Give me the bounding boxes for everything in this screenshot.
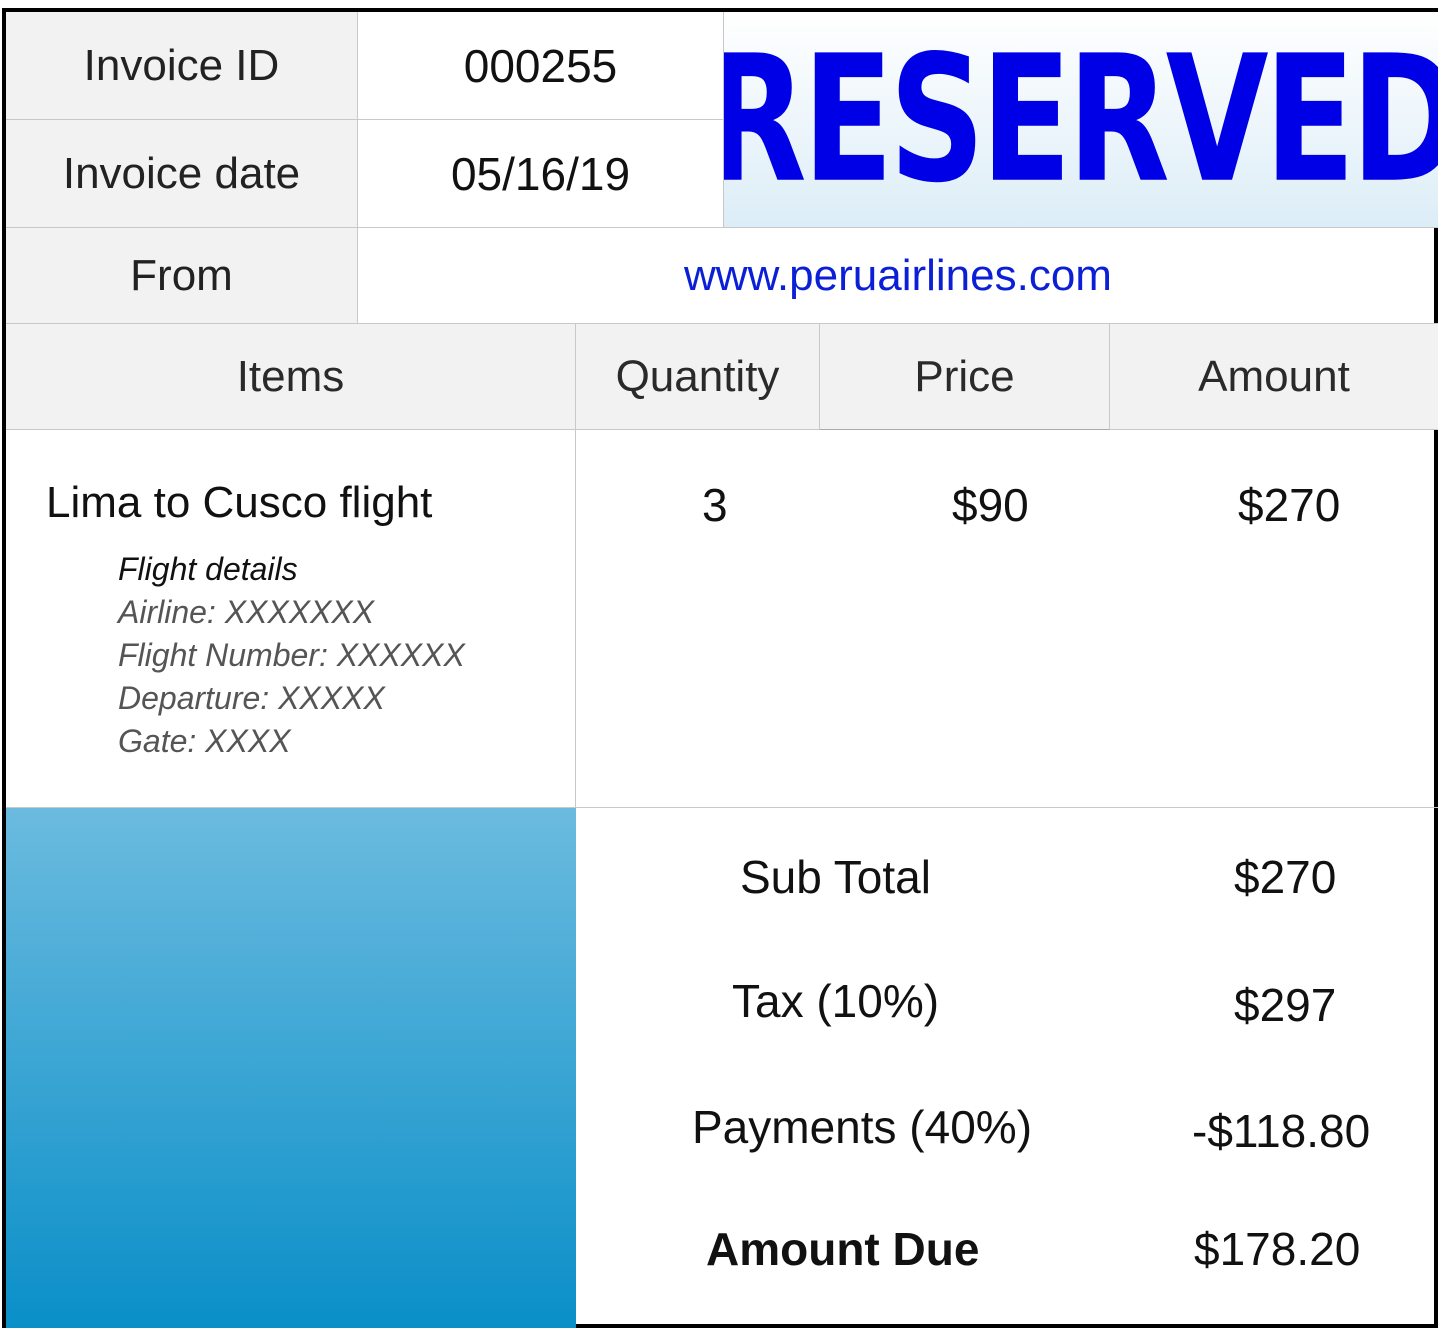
tax-label: Tax (10%) bbox=[732, 975, 940, 1027]
header-items: Items bbox=[6, 324, 576, 430]
invoice-date-label-cell: Invoice date bbox=[6, 120, 358, 228]
from-value-cell: www.peruairlines.com bbox=[358, 228, 1438, 324]
header-price-label: Price bbox=[914, 351, 1015, 401]
flight-detail-number: Flight Number: XXXXXX bbox=[118, 637, 465, 673]
tax-value: $297 bbox=[1234, 979, 1337, 1031]
payments-value: -$118.80 bbox=[1192, 1105, 1371, 1157]
decorative-blue-panel bbox=[6, 808, 576, 1328]
flight-detail-departure: Departure: XXXXX bbox=[118, 680, 385, 716]
reserved-stamp-text: RESERVED bbox=[724, 17, 1438, 222]
invoice-id-value-cell: 000255 bbox=[358, 12, 724, 120]
from-website-link[interactable]: www.peruairlines.com bbox=[684, 251, 1112, 301]
invoice-date-value: 05/16/19 bbox=[450, 147, 631, 200]
header-amount-label: Amount bbox=[1198, 351, 1350, 401]
header-quantity: Quantity bbox=[576, 324, 820, 430]
amount-due-label: Amount Due bbox=[706, 1223, 980, 1275]
invoice-id-label-cell: Invoice ID bbox=[6, 12, 358, 120]
flight-detail-gate: Gate: XXXX bbox=[118, 723, 291, 759]
from-label-cell: From bbox=[6, 228, 358, 324]
item-price: $90 bbox=[952, 479, 1029, 531]
invoice-id-value: 000255 bbox=[463, 39, 618, 92]
payments-label: Payments (40%) bbox=[692, 1101, 1033, 1153]
header-amount: Amount bbox=[1110, 324, 1438, 430]
subtotal-label: Sub Total bbox=[740, 851, 931, 903]
header-quantity-label: Quantity bbox=[615, 351, 780, 401]
amount-due-value: $178.20 bbox=[1194, 1223, 1361, 1275]
from-label: From bbox=[130, 250, 233, 300]
item-name: Lima to Cusco flight bbox=[46, 478, 433, 527]
invoice-date-value-cell: 05/16/19 bbox=[358, 120, 724, 228]
reserved-stamp: RESERVED bbox=[724, 12, 1438, 228]
flight-details: Flight details Airline: XXXXXXX Flight N… bbox=[118, 548, 465, 763]
item-quantity: 3 bbox=[702, 479, 728, 531]
flight-details-title: Flight details bbox=[118, 551, 298, 587]
header-items-label: Items bbox=[236, 351, 345, 401]
invoice-frame: Invoice ID 000255 Invoice date 05/16/19 … bbox=[2, 8, 1438, 1328]
subtotal-value: $270 bbox=[1234, 851, 1337, 903]
item-amount: $270 bbox=[1238, 479, 1341, 531]
header-price: Price bbox=[820, 324, 1110, 430]
flight-detail-airline: Airline: XXXXXXX bbox=[118, 594, 375, 630]
invoice-id-label: Invoice ID bbox=[83, 40, 280, 90]
invoice-date-label: Invoice date bbox=[62, 148, 301, 198]
